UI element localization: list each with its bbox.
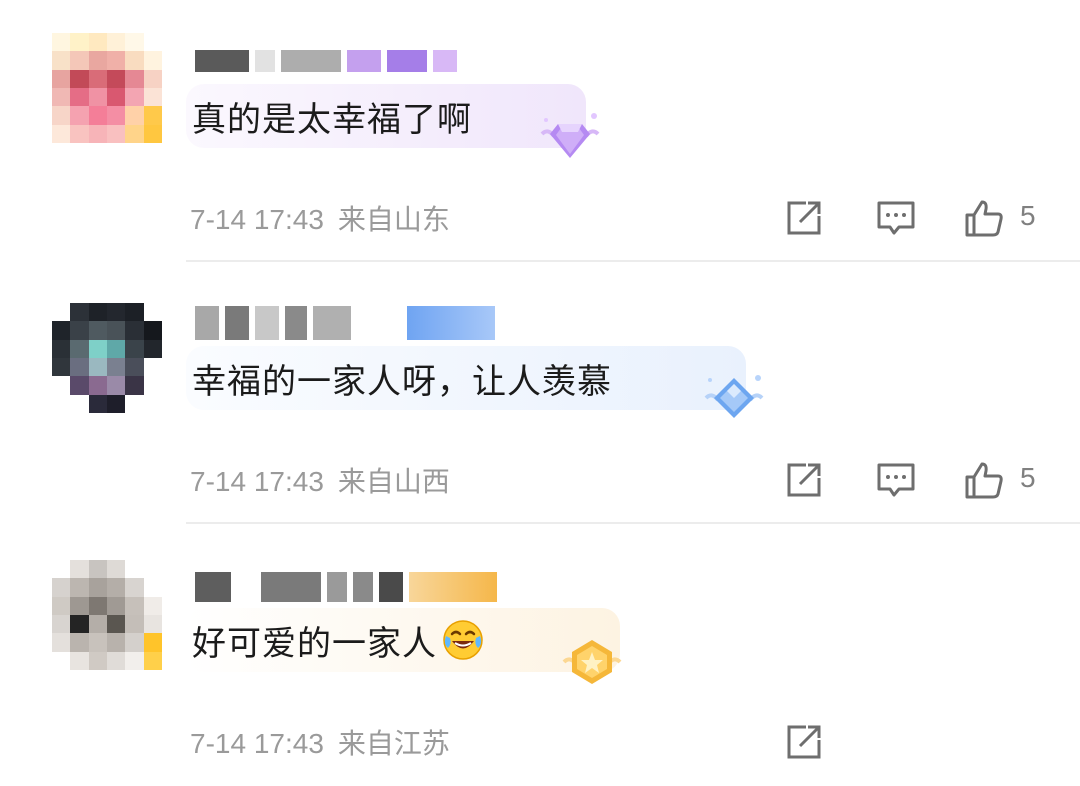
like-count: 5 [1020,462,1036,493]
location: 来自江苏 [337,728,450,759]
blue-diamond-badge-icon [704,375,764,418]
share-icon[interactable] [784,460,824,500]
comment-text: 真的是太幸福了啊 [192,99,472,140]
location: 来自山西 [337,466,450,497]
comment-icon[interactable] [876,460,916,500]
timestamp: 7-14 17:43 [190,728,324,759]
thumbs-up-icon[interactable] [964,198,1004,238]
thumbs-up-icon[interactable] [964,460,1004,500]
comment-bubble[interactable]: 真的是太幸福了啊 [186,84,586,148]
like-count: 5 [1020,200,1036,231]
comment-item: 真的是太幸福了啊 7-14 17:43 来自山东 5 [0,0,1080,262]
comment-bubble[interactable]: 好可爱的一家人 [186,608,620,672]
avatar[interactable] [52,33,162,143]
share-icon[interactable] [784,722,824,762]
comment-bubble[interactable]: 幸福的一家人呀，让人羡慕 [186,346,746,410]
comment-text: 幸福的一家人呀，让人羡慕 [192,361,612,402]
username-blurred[interactable] [195,306,495,340]
timestamp: 7-14 17:43 [190,466,324,497]
comment-item: 幸福的一家人呀，让人羡慕 7-14 17:43 来自山西 5 [0,262,1080,524]
comment-icon[interactable] [876,198,916,238]
location: 来自山东 [337,204,450,235]
comment-meta: 7-14 17:43 来自山东 [190,198,450,238]
avatar[interactable] [52,560,162,670]
username-blurred[interactable] [195,50,457,72]
comment-meta: 7-14 17:43 来自江苏 [190,722,450,762]
comment-meta: 7-14 17:43 来自山西 [190,460,450,500]
comment-item: 好可爱的一家人 7-14 17:43 来自江苏 [0,524,1080,786]
timestamp: 7-14 17:43 [190,204,324,235]
comment-text: 好可爱的一家人 [192,623,437,664]
avatar[interactable] [52,303,162,413]
gold-star-badge-icon [562,640,622,684]
tears-of-joy-emoji-icon [443,620,483,660]
share-icon[interactable] [784,198,824,238]
purple-gem-badge-icon [540,113,600,158]
username-blurred[interactable] [195,572,497,602]
